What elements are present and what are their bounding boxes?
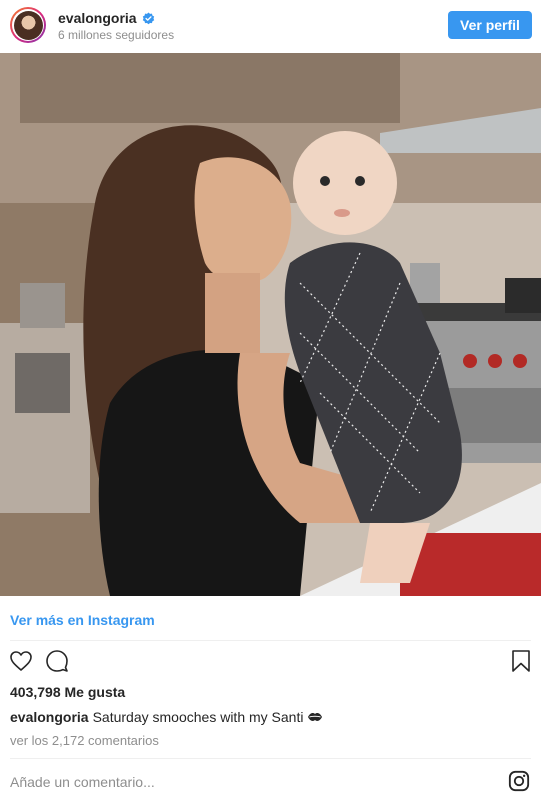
caption-text: Saturday smooches with my Santi xyxy=(92,709,304,725)
divider xyxy=(10,758,531,759)
username-row: evalongoria xyxy=(58,10,155,26)
view-comments-link[interactable]: ver los 2,172 comentarios xyxy=(10,733,159,748)
post-image xyxy=(0,53,541,596)
instagram-logo-icon[interactable] xyxy=(508,770,530,792)
followers-count: 6 millones seguidores xyxy=(58,28,175,42)
bookmark-icon[interactable] xyxy=(509,648,533,674)
divider xyxy=(10,640,531,641)
post-header: evalongoria 6 millones seguidores Ver pe… xyxy=(0,0,541,52)
add-comment-input[interactable]: Añade un comentario... xyxy=(10,774,155,790)
verified-badge-icon xyxy=(142,12,154,24)
heart-icon[interactable] xyxy=(8,648,34,674)
caption: evalongoria Saturday smooches with my Sa… xyxy=(10,709,323,725)
caption-username[interactable]: evalongoria xyxy=(10,709,89,725)
kiss-emoji-icon xyxy=(308,713,323,721)
comment-icon[interactable] xyxy=(44,648,70,674)
view-profile-button[interactable]: Ver perfil xyxy=(448,11,532,39)
avatar[interactable] xyxy=(10,7,46,43)
instagram-embed-card: evalongoria 6 millones seguidores Ver pe… xyxy=(0,0,541,800)
post-photo[interactable] xyxy=(0,53,541,596)
username[interactable]: evalongoria xyxy=(58,10,137,26)
likes-count[interactable]: 403,798 Me gusta xyxy=(10,684,125,700)
avatar-photo xyxy=(13,10,43,40)
view-more-link[interactable]: Ver más en Instagram xyxy=(10,612,155,628)
action-bar xyxy=(0,648,541,678)
